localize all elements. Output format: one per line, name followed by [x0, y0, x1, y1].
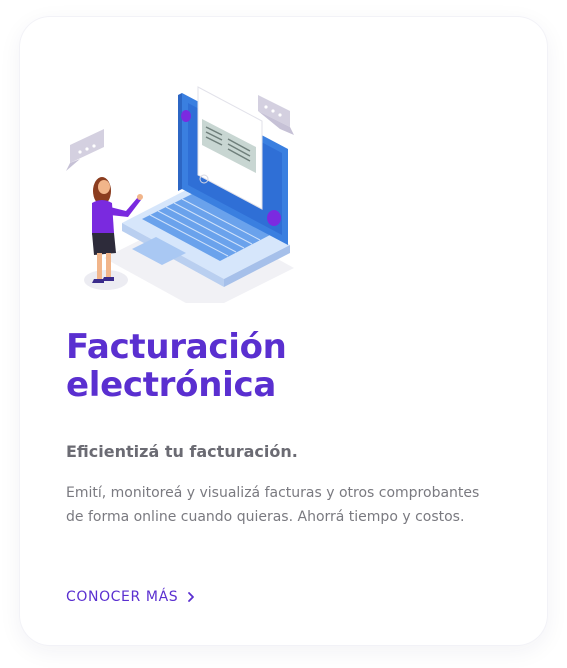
card-description-line-2: de forma online cuando quieras. Ahorrá t…	[66, 509, 465, 525]
card-description-line-1: Emití, monitoreá y visualizá facturas y …	[66, 485, 480, 501]
conocer-mas-link[interactable]: CONOCER MÁS	[66, 589, 196, 605]
feature-card: Facturación electrónica Eficientizá tu f…	[20, 17, 547, 645]
card-title-line-2: electrónica	[66, 365, 276, 405]
laptop-invoice-illustration	[66, 86, 294, 303]
conocer-mas-label: CONOCER MÁS	[66, 589, 179, 605]
card-title-line-1: Facturación	[66, 327, 287, 367]
card-subtitle: Eficientizá tu facturación.	[66, 442, 298, 461]
chevron-right-icon	[188, 592, 195, 602]
card-title: Facturación electrónica	[66, 328, 486, 404]
card-description: Emití, monitoreá y visualizá facturas y …	[66, 481, 486, 529]
